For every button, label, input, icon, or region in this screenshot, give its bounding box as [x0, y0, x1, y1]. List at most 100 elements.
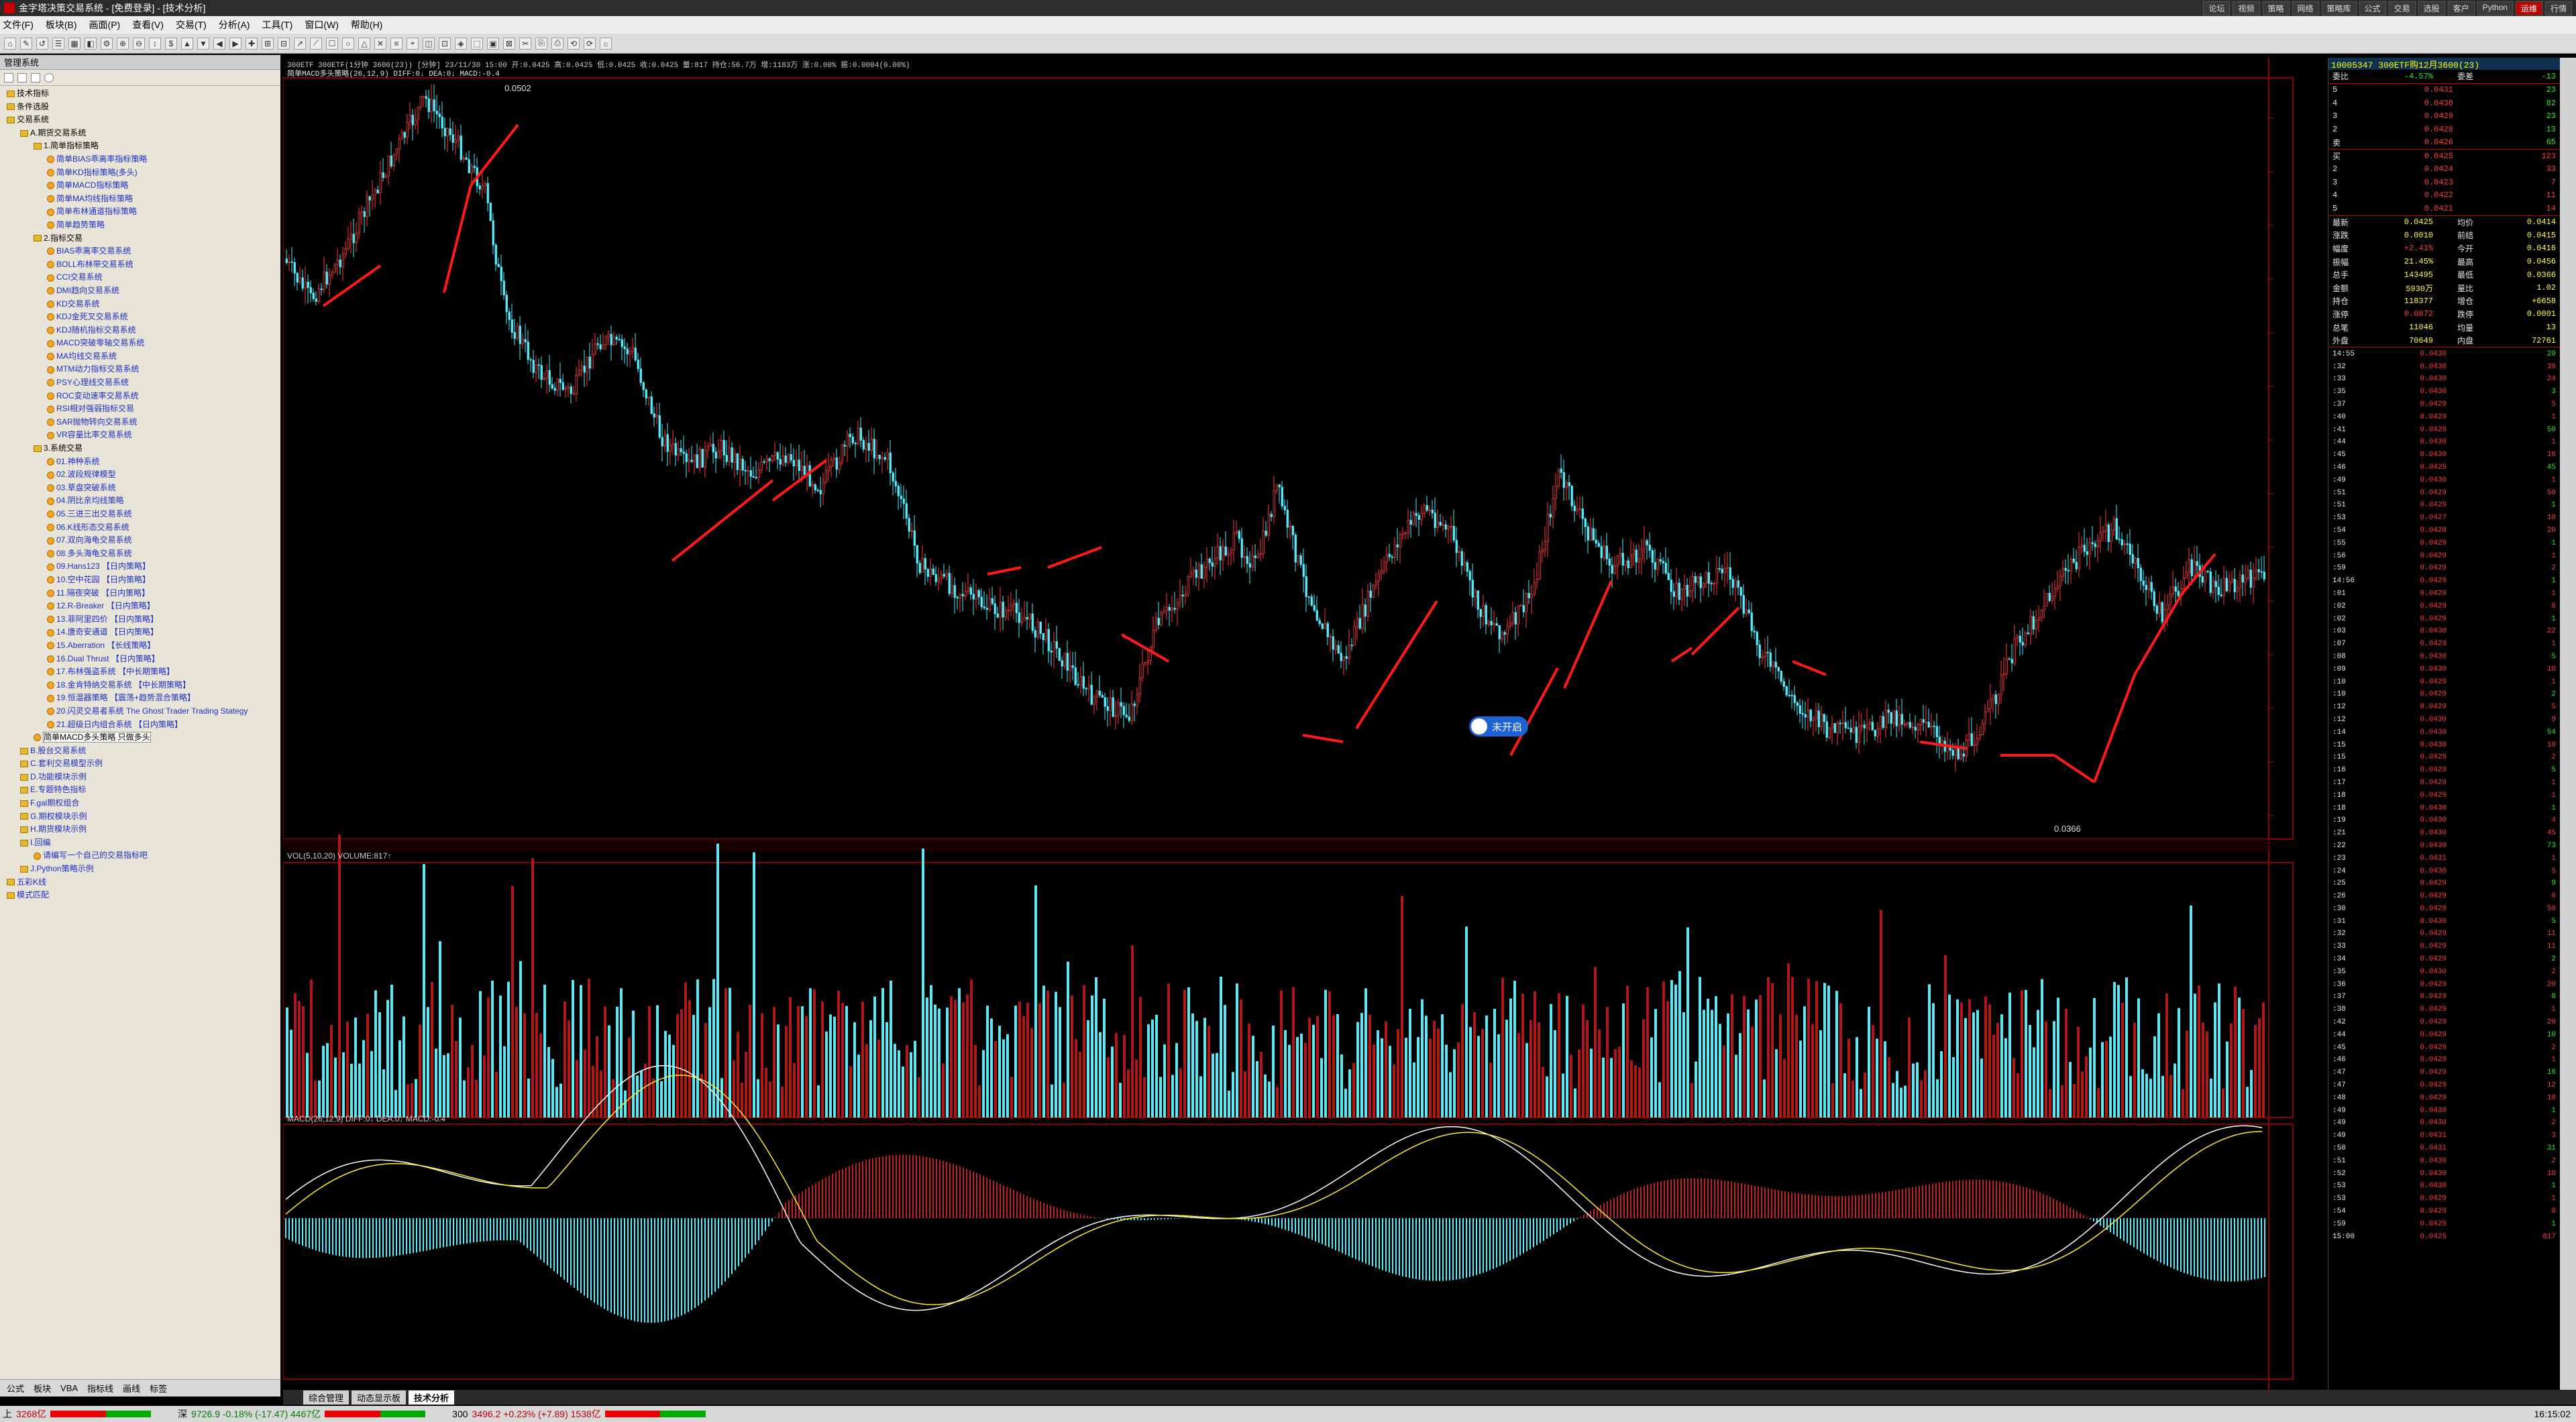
tree-item[interactable]: F.gal期权组合 — [3, 797, 278, 810]
toolbar-icon[interactable]: ⌖ — [407, 37, 419, 50]
tree-item[interactable]: SAR抛物转向交易系统 — [3, 416, 278, 429]
toolbar-icon[interactable]: ▣ — [487, 37, 499, 50]
open-icon[interactable] — [17, 72, 27, 83]
toolbar-icon[interactable]: △ — [358, 37, 370, 50]
top-button[interactable]: 视频 — [2233, 1, 2260, 15]
sidebar-tab[interactable]: 公式 — [7, 1382, 24, 1394]
tree-item[interactable]: MACD突破零轴交易系统 — [3, 337, 278, 350]
toolbar-icon[interactable]: ⟳ — [584, 37, 596, 50]
sidebar-tab[interactable]: 指标线 — [87, 1382, 113, 1394]
index-segment[interactable]: 上 3268亿 — [3, 1407, 152, 1421]
tree-item[interactable]: VR容量比率交易系统 — [3, 429, 278, 442]
tree-item[interactable]: KDJ金死叉交易系统 — [3, 311, 278, 324]
index-segment[interactable]: 300 3496.2 +0.23% (+7.89) 1538亿 — [452, 1407, 706, 1421]
tree-item[interactable]: ROC变动速率交易系统 — [3, 390, 278, 403]
toolbar-icon[interactable]: ⊟ — [278, 37, 290, 50]
top-button[interactable]: 交易 — [2388, 1, 2416, 15]
tree-item[interactable]: 五彩K线 — [3, 876, 278, 889]
toolbar-icon[interactable]: ✚ — [246, 37, 258, 50]
menu-item[interactable]: 窗口(W) — [305, 18, 339, 32]
tree-item[interactable]: 03.草盘突破系统 — [3, 482, 278, 495]
toolbar-icon[interactable]: ◧ — [85, 37, 97, 50]
tree-item[interactable]: 14.唐奇安通道 【日内策略】 — [3, 626, 278, 639]
tree-item[interactable]: H.期货模块示例 — [3, 823, 278, 836]
tree-item[interactable]: 2.指标交易 — [3, 232, 278, 245]
tree-item[interactable]: 11.隔夜突破 【日内策略】 — [3, 587, 278, 600]
sidebar-tab[interactable]: 板块 — [34, 1382, 51, 1394]
tree-item[interactable]: E.专题特色指标 — [3, 783, 278, 797]
toolbar-icon[interactable]: ☐ — [326, 37, 338, 50]
toolbar-icon[interactable]: ⊡ — [439, 37, 451, 50]
tree-item[interactable]: 18.金肯特纳交易系统 【中长期策略】 — [3, 679, 278, 692]
toolbar-icon[interactable]: ✎ — [20, 37, 32, 50]
tree-item[interactable]: 21.超级日内组合系统 【日内策略】 — [3, 718, 278, 732]
tree-item[interactable]: MTM动力指标交易系统 — [3, 363, 278, 376]
top-button[interactable]: 论坛 — [2203, 1, 2231, 15]
tree-item[interactable]: MA均线交易系统 — [3, 350, 278, 364]
tree-item[interactable]: 08.多头海龟交易系统 — [3, 547, 278, 561]
sidebar-tab[interactable]: 标签 — [150, 1382, 167, 1394]
toolbar-icon[interactable]: ⟲ — [568, 37, 580, 50]
top-button[interactable]: 公式 — [2359, 1, 2386, 15]
tree-item[interactable]: KDJ随机指标交易系统 — [3, 324, 278, 337]
top-button[interactable]: 运维 — [2515, 1, 2542, 15]
search-icon[interactable] — [44, 72, 54, 83]
tree-item[interactable]: 简单KD指标策略(多头) — [3, 166, 278, 180]
menu-item[interactable]: 工具(T) — [262, 18, 292, 32]
toolbar-icon[interactable]: ☰ — [52, 37, 64, 50]
tree-item[interactable]: CCI交易系统 — [3, 271, 278, 284]
tree-item[interactable]: 请编写一个自己的交易指标吧 — [3, 849, 278, 863]
toolbar-icon[interactable]: ⊠ — [503, 37, 515, 50]
toolbar-icon[interactable]: ↗ — [294, 37, 306, 50]
tree-item[interactable]: 13.菲阿里四价 【日内策略】 — [3, 613, 278, 626]
tree-item[interactable]: 简单MACD多头策略 只做多头 — [3, 731, 278, 745]
toolbar-icon[interactable]: ⊞ — [262, 37, 274, 50]
toolbar-icon[interactable]: ▶ — [229, 37, 241, 50]
tree-item[interactable]: 17.布林强盗系统 【中长期策略】 — [3, 665, 278, 679]
tree-item[interactable]: A.期货交易系统 — [3, 127, 278, 140]
toolbar-icon[interactable]: ✂ — [519, 37, 531, 50]
tree-item[interactable]: 简单布林通道指标策略 — [3, 205, 278, 219]
tree-item[interactable]: 07.双向海龟交易系统 — [3, 534, 278, 547]
toolbar-icon[interactable]: ▦ — [68, 37, 80, 50]
top-button[interactable]: 网络 — [2292, 1, 2319, 15]
index-segment[interactable]: 深 9726.9 -0.18% (-17.47) 4467亿 — [178, 1407, 426, 1421]
tree-item[interactable]: 10.空中花园 【日内策略】 — [3, 573, 278, 587]
tree-item[interactable]: PSY心理线交易系统 — [3, 376, 278, 390]
top-button[interactable]: Python — [2477, 1, 2513, 15]
toolbar-icon[interactable]: $ — [165, 37, 177, 50]
tree-item[interactable]: 1.简单指标策略 — [3, 140, 278, 153]
new-icon[interactable] — [4, 72, 13, 83]
menu-item[interactable]: 帮助(H) — [351, 18, 382, 32]
tree-item[interactable]: 简单MACD指标策略 — [3, 179, 278, 193]
top-button[interactable]: 行情 — [2544, 1, 2572, 15]
toolbar-icon[interactable]: ⊕ — [117, 37, 129, 50]
tree-item[interactable]: BIAS乖离率交易系统 — [3, 245, 278, 258]
tree-item[interactable]: J.Python策略示例 — [3, 863, 278, 876]
tree-item[interactable]: 02.波段规律模型 — [3, 468, 278, 482]
tree-item[interactable]: RSI相对强弱指标交易 — [3, 402, 278, 416]
menu-item[interactable]: 画面(P) — [89, 18, 121, 32]
toolbar-icon[interactable]: ⌂ — [4, 37, 16, 50]
toolbar-icon[interactable]: ↕ — [149, 37, 161, 50]
chart-area[interactable]: 0.05020.0366未开启10:1810:2610:3410:4310:51… — [282, 58, 2294, 1390]
tree-item[interactable]: 04.阴比亲均线策略 — [3, 494, 278, 508]
top-button[interactable]: 客户 — [2447, 1, 2475, 15]
tree-item[interactable]: 交易系统 — [3, 113, 278, 127]
toolbar-icon[interactable]: ⎘ — [535, 37, 547, 50]
chart-tab[interactable]: 综合管理 — [303, 1390, 350, 1405]
toolbar-icon[interactable]: ○ — [342, 37, 354, 50]
tree-item[interactable]: 3.系统交易 — [3, 442, 278, 455]
tree-item[interactable]: 12.R-Breaker 【日内策略】 — [3, 600, 278, 613]
tree-item[interactable]: C.套利交易模型示例 — [3, 757, 278, 771]
top-button[interactable]: 策略 — [2262, 1, 2290, 15]
menu-item[interactable]: 查看(V) — [132, 18, 164, 32]
edit-icon[interactable] — [31, 72, 40, 83]
tree-item[interactable]: B.股台交易系统 — [3, 745, 278, 758]
tree-item[interactable]: KD交易系统 — [3, 298, 278, 311]
tree-item[interactable]: 技术指标 — [3, 87, 278, 101]
top-button[interactable]: 选股 — [2418, 1, 2445, 15]
toolbar-icon[interactable]: ◈ — [455, 37, 467, 50]
menu-item[interactable]: 文件(F) — [3, 18, 34, 32]
tree-item[interactable]: D.功能模块示例 — [3, 771, 278, 784]
